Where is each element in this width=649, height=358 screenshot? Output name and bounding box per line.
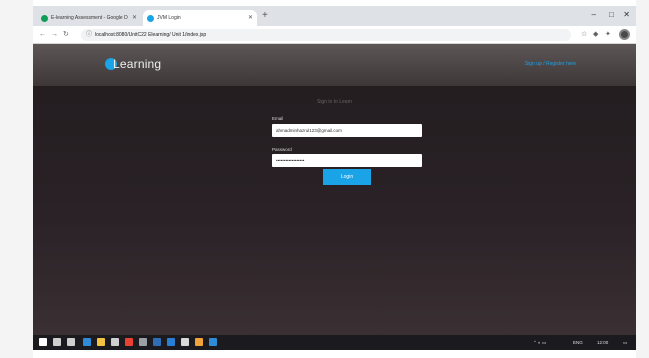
- task-view-icon[interactable]: [67, 338, 75, 346]
- language-indicator[interactable]: ENG: [573, 335, 583, 350]
- email-label: Email: [272, 116, 284, 121]
- site-header: Learning Sign up / Register here: [33, 44, 636, 86]
- password-label: Password: [272, 147, 292, 152]
- right-margin: [636, 0, 649, 358]
- page-content: Learning Sign up / Register here Sign in…: [33, 44, 636, 335]
- notification-icon[interactable]: ▭: [623, 335, 627, 350]
- tab-strip: E-learning Assessment - Google D ✕ JVM L…: [33, 6, 636, 26]
- site-favicon-icon: [147, 15, 154, 22]
- info-icon[interactable]: ⓘ: [86, 31, 92, 39]
- password-field[interactable]: ••••••••••••••••••: [272, 154, 422, 167]
- left-margin: [0, 0, 33, 358]
- profile-avatar-icon[interactable]: [619, 29, 630, 40]
- browser-toolbar: ← → ↻ ⓘ localhost:8080/UnitC22 Elearning…: [33, 26, 636, 44]
- bookmark-star-icon[interactable]: ☆: [581, 29, 587, 41]
- tray-icons[interactable]: ⌃ ◐ ▭: [533, 335, 546, 350]
- login-button[interactable]: Login: [323, 169, 371, 185]
- windows-start-icon[interactable]: [39, 338, 47, 346]
- screen: E-learning Assessment - Google D ✕ JVM L…: [0, 0, 649, 358]
- search-icon[interactable]: [53, 338, 61, 346]
- tab-label: E-learning Assessment - Google D: [51, 15, 128, 21]
- forward-arrow-icon[interactable]: →: [51, 29, 58, 41]
- app-icon[interactable]: [195, 338, 203, 346]
- file-explorer-icon[interactable]: [97, 338, 105, 346]
- extension-puzzle-icon[interactable]: ✦: [605, 29, 611, 41]
- close-tab-icon[interactable]: ✕: [132, 10, 137, 26]
- close-tab-icon[interactable]: ✕: [248, 10, 253, 26]
- new-tab-plus-icon[interactable]: +: [262, 9, 268, 23]
- close-window-icon[interactable]: ✕: [623, 8, 630, 22]
- address-bar[interactable]: ⓘ localhost:8080/UnitC22 Elearning/ Unit…: [81, 29, 571, 41]
- edge-icon[interactable]: [83, 338, 91, 346]
- reload-icon[interactable]: ↻: [63, 29, 69, 41]
- header-register-link[interactable]: Sign up / Register here: [525, 58, 576, 70]
- url-text: localhost:8080/UnitC22 Elearning/ Unit 1…: [95, 32, 207, 38]
- app-icon[interactable]: [181, 338, 189, 346]
- form-title: Sign in to Learn: [316, 99, 353, 105]
- back-arrow-icon[interactable]: ←: [39, 29, 46, 41]
- extension-icon[interactable]: ◆: [593, 29, 598, 41]
- minimize-icon[interactable]: –: [592, 8, 596, 22]
- google-docs-favicon-icon: [41, 15, 48, 22]
- chrome-icon[interactable]: [125, 338, 133, 346]
- browser-window: E-learning Assessment - Google D ✕ JVM L…: [33, 6, 636, 350]
- app-icon[interactable]: [167, 338, 175, 346]
- terminal-icon[interactable]: [139, 338, 147, 346]
- clock[interactable]: 12:00: [597, 335, 608, 350]
- windows-taskbar: ⌃ ◐ ▭ ENG 12:00 ▭: [33, 335, 636, 350]
- tab-elearning-assessment[interactable]: E-learning Assessment - Google D ✕: [37, 10, 141, 26]
- netbeans-icon[interactable]: [153, 338, 161, 346]
- tab-label: JVM Login: [157, 15, 181, 21]
- app-icon[interactable]: [209, 338, 217, 346]
- store-icon[interactable]: [111, 338, 119, 346]
- logo-wordmark: Learning: [113, 57, 162, 71]
- tab-jvm-login[interactable]: JVM Login ✕: [143, 10, 257, 26]
- email-field[interactable]: ahmadminhazrul123@gmail.com: [272, 124, 422, 137]
- maximize-icon[interactable]: □: [609, 8, 614, 22]
